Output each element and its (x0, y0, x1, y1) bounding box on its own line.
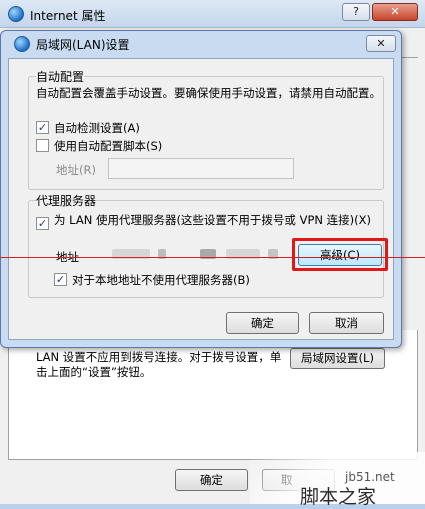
outer-ok-button[interactable]: 确定 (175, 469, 248, 491)
auto-script-label[interactable]: 使用自动配置脚本(S) (54, 138, 162, 154)
script-address-label: 地址(R) (56, 163, 96, 177)
auto-config-title: 自动配置 (36, 68, 85, 85)
lan-note-text: LAN 设置不应用到拨号连接。对于拨号设置，单击上面的“设置”按钮。 (36, 350, 282, 379)
script-address-input[interactable] (108, 158, 294, 179)
dialog-globe-icon (14, 36, 30, 52)
red-annotation-line (0, 257, 425, 258)
red-highlight-box (292, 238, 388, 271)
watermark-logo: 脚本之家 (300, 486, 377, 508)
bypass-local-label[interactable]: 对于本地地址不使用代理服务器(B) (72, 272, 250, 288)
dialog-title: 局域网(LAN)设置 (36, 38, 130, 52)
outer-window-title: Internet 属性 (30, 9, 106, 23)
outer-close-button[interactable]: ✕ (372, 3, 418, 21)
help-button[interactable]: ? (342, 3, 370, 21)
dialog-close-button[interactable]: ✕ (366, 35, 396, 52)
bypass-local-checkbox[interactable]: ✓ (54, 273, 67, 286)
internet-globe-icon (8, 6, 24, 22)
auto-config-description: 自动配置会覆盖手动设置。要确保使用手动设置，请禁用自动配置。 (36, 86, 381, 100)
dialog-ok-button[interactable]: 确定 (226, 312, 299, 334)
auto-detect-label[interactable]: 自动检测设置(A) (54, 120, 140, 136)
proxy-address-input[interactable] (108, 244, 294, 265)
proxy-title: 代理服务器 (36, 192, 97, 209)
auto-script-checkbox[interactable] (36, 139, 49, 152)
lan-settings-button[interactable]: 局域网设置(L) (290, 348, 385, 369)
use-proxy-label[interactable]: 为 LAN 使用代理服务器(这些设置不用于拨号或 VPN 连接)(X) (54, 213, 379, 227)
auto-detect-checkbox[interactable]: ✓ (36, 121, 49, 134)
dialog-cancel-button[interactable]: 取消 (309, 312, 384, 334)
use-proxy-checkbox[interactable]: ✓ (36, 217, 49, 230)
